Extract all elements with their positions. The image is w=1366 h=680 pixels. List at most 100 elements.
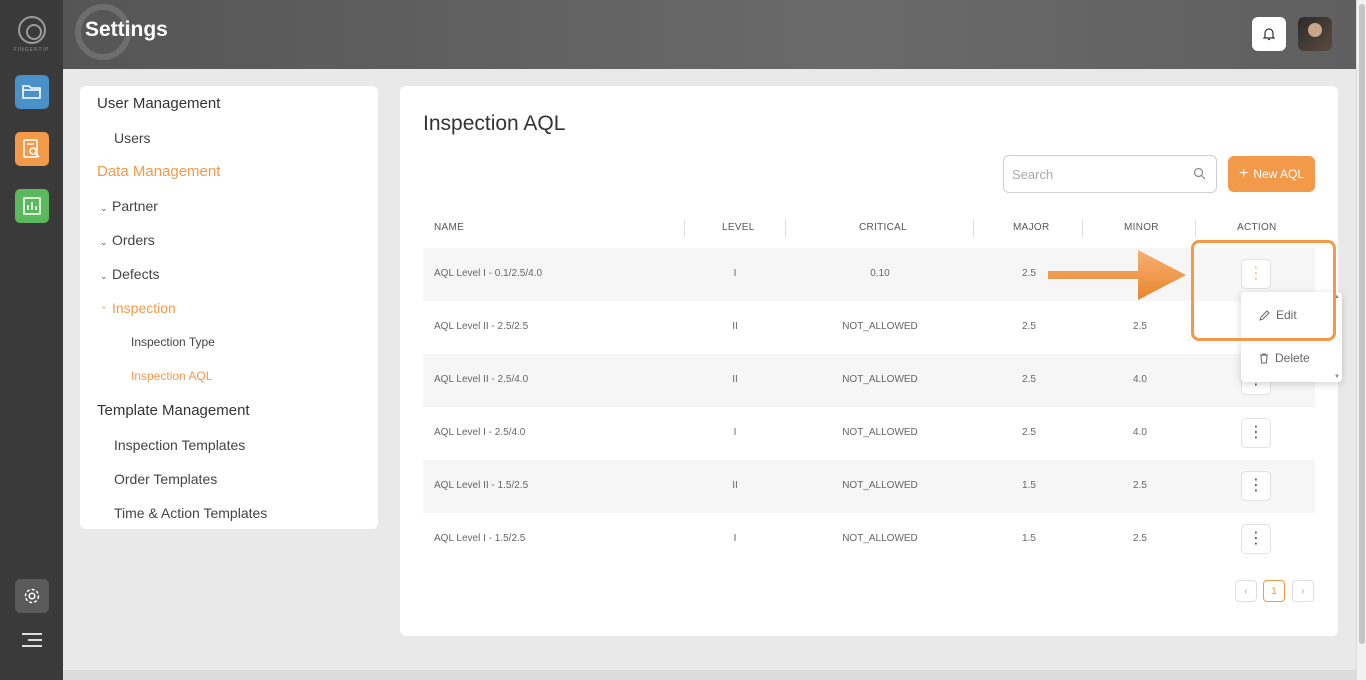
nav-partner[interactable]: ⌄ Partner [100,198,158,214]
table-row: AQL Level II - 1.5/2.5 II NOT_ALLOWED 1.… [423,460,1315,513]
gear-icon [24,588,40,604]
menu-delete[interactable]: Delete [1259,351,1310,365]
analytics-nav-button[interactable] [15,189,49,223]
nav-inspection-templates[interactable]: Inspection Templates [114,437,245,453]
table-row: AQL Level II - 2.5/2.5 II NOT_ALLOWED 2.… [423,301,1315,354]
pagination-page-1[interactable]: 1 [1263,580,1285,602]
pagination-prev[interactable]: ‹ [1235,580,1257,602]
row-action-button[interactable]: ⋮ [1241,471,1271,501]
nav-users[interactable]: Users [114,130,151,146]
table-header: NAME LEVEL CRITICAL MAJOR MINOR ACTION [423,216,1315,240]
cell-name: AQL Level II - 1.5/2.5 [434,480,529,491]
cell-major: 2.5 [1022,321,1036,332]
table-row: AQL Level II - 2.5/4.0 II NOT_ALLOWED 2.… [423,354,1315,407]
annotation-arrow [1048,250,1186,300]
cell-major: 1.5 [1022,533,1036,544]
chevron-down-icon: ⌄ [100,203,108,213]
cell-critical: NOT_ALLOWED [842,374,918,385]
scrollbar-thumb[interactable] [1359,4,1365,644]
cell-minor: 4.0 [1133,374,1147,385]
cell-major: 2.5 [1022,427,1036,438]
cell-critical: NOT_ALLOWED [842,427,918,438]
cell-level: I [733,533,737,544]
cell-critical: NOT_ALLOWED [842,480,918,491]
row-action-button[interactable]: ⋮ [1241,524,1271,554]
search-input[interactable] [1012,165,1182,183]
report-search-icon [23,139,40,158]
row-action-button[interactable]: ⋮ [1241,418,1271,448]
left-rail: FINGERTIP [0,0,63,680]
cell-major: 2.5 [1022,374,1036,385]
new-aql-label: New AQL [1253,167,1305,181]
col-major: MAJOR [1013,222,1050,233]
cell-minor: 2.5 [1133,480,1147,491]
col-critical: CRITICAL [859,222,907,233]
cell-name: AQL Level II - 2.5/4.0 [434,374,529,385]
cell-level: II [732,321,738,332]
nav-inspection-aql[interactable]: Inspection AQL [131,369,212,383]
nav-orders[interactable]: ⌄ Orders [100,232,155,248]
vertical-scrollbar[interactable] [1356,0,1366,680]
cell-level: I [733,427,737,438]
menu-delete-label: Delete [1275,351,1310,365]
cell-minor: 2.5 [1133,533,1147,544]
chevron-down-icon: ⌄ [100,271,108,281]
nav-data-management[interactable]: Data Management [97,163,220,180]
menu-collapse-icon[interactable] [22,633,42,651]
bell-icon [1263,28,1275,41]
table-row: AQL Level I - 1.5/2.5 I NOT_ALLOWED 1.5 … [423,513,1315,566]
nav-orders-label: Orders [112,232,155,248]
cell-minor: 2.5 [1133,321,1147,332]
col-action: ACTION [1237,222,1277,233]
col-divider [973,220,974,237]
nav-order-templates[interactable]: Order Templates [114,471,217,487]
menu-scroll-down-icon[interactable]: ▼ [1334,374,1340,380]
folder-nav-button[interactable] [15,75,49,109]
search-box[interactable] [1003,155,1217,193]
col-level: LEVEL [722,222,755,233]
nav-partner-label: Partner [112,198,158,214]
cell-critical: NOT_ALLOWED [842,533,918,544]
bar-chart-icon [23,197,41,215]
cell-level: I [733,268,737,279]
cell-name: AQL Level I - 2.5/4.0 [434,427,526,438]
cell-name: AQL Level I - 1.5/2.5 [434,533,526,544]
settings-nav-button[interactable] [15,579,49,613]
nav-inspection-label: Inspection [112,300,176,316]
nav-defects[interactable]: ⌄ Defects [100,266,159,282]
page-title: Inspection AQL [423,112,566,135]
horizontal-scrollbar[interactable] [63,670,1356,680]
chevron-down-icon: ⌄ [100,237,108,247]
notifications-button[interactable] [1252,17,1286,51]
nav-inspection[interactable]: ⌃ Inspection [100,300,176,316]
search-icon [1193,167,1206,180]
chevron-up-icon: ⌃ [100,305,108,315]
user-avatar[interactable] [1298,17,1332,51]
app-logo[interactable] [18,16,46,44]
report-nav-button[interactable] [15,132,49,166]
new-aql-button[interactable]: + New AQL [1228,156,1315,192]
pagination-next[interactable]: › [1292,580,1314,602]
nav-time-action-templates[interactable]: Time & Action Templates [114,505,267,521]
cell-minor: 4.0 [1133,427,1147,438]
nav-template-management[interactable]: Template Management [97,402,250,419]
col-divider [684,220,685,237]
col-divider [1082,220,1083,237]
col-name: NAME [434,222,465,233]
settings-nav-panel: User Management Users Data Management ⌄ P… [80,86,378,529]
cell-critical: 0.10 [870,268,890,279]
col-divider [1195,220,1196,237]
page-header-title: Settings [85,18,168,41]
cell-major: 1.5 [1022,480,1036,491]
cell-name: AQL Level II - 2.5/2.5 [434,321,529,332]
folder-icon [22,85,41,99]
cell-level: II [732,480,738,491]
nav-user-management[interactable]: User Management [97,95,220,112]
cell-critical: NOT_ALLOWED [842,321,918,332]
cell-name: AQL Level I - 0.1/2.5/4.0 [434,268,543,279]
annotation-highlight-box [1191,240,1336,341]
nav-inspection-type[interactable]: Inspection Type [131,335,215,349]
table-row: AQL Level I - 2.5/4.0 I NOT_ALLOWED 2.5 … [423,407,1315,460]
trash-icon [1260,353,1268,363]
cell-level: II [732,374,738,385]
